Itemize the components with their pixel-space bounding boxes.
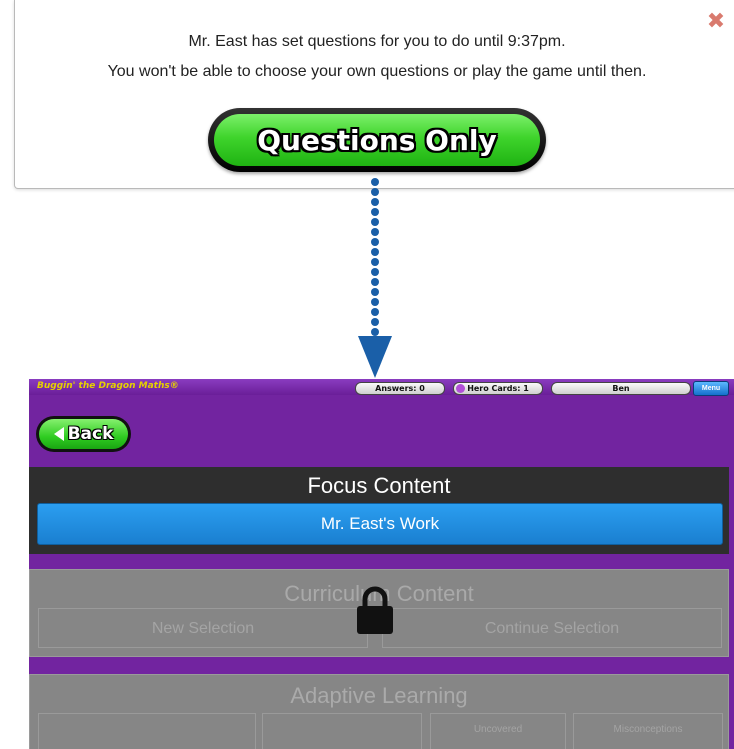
dialog-message-line-2: You won't be able to choose your own que… xyxy=(107,63,647,80)
user-name: Ben xyxy=(551,382,691,395)
dialog-message-line-1: Mr. East has set questions for you to do… xyxy=(188,33,566,50)
focus-content-title: Focus Content xyxy=(307,473,451,498)
adaptive-learning-panel: Adaptive Learning Uncovered Misconceptio… xyxy=(29,674,729,749)
continue-selection-button: Continue Selection xyxy=(382,608,722,648)
menu-button[interactable]: Menu xyxy=(693,381,729,396)
teacher-work-button[interactable]: Mr. East's Work xyxy=(37,503,723,545)
questions-only-label: Questions Only xyxy=(257,123,497,157)
adaptive-tile-4: Misconceptions xyxy=(573,713,723,749)
close-icon[interactable]: ✖ xyxy=(705,10,727,32)
game-screen: Buggin' the Dragon Maths® Answers: 0 Her… xyxy=(29,379,734,749)
answers-counter: Answers: 0 xyxy=(355,382,445,395)
adaptive-learning-title: Adaptive Learning xyxy=(290,683,468,708)
back-label: Back xyxy=(67,424,114,444)
back-button-face[interactable]: Back xyxy=(39,419,128,449)
questions-only-button[interactable]: Questions Only xyxy=(208,108,546,172)
back-arrow-icon xyxy=(53,427,64,441)
hero-cards-label: Hero Cards: 1 xyxy=(467,384,529,393)
questions-only-button-face[interactable]: Questions Only xyxy=(214,114,540,166)
new-selection-button: New Selection xyxy=(38,608,368,648)
hero-cards-counter[interactable]: Hero Cards: 1 xyxy=(453,382,543,395)
dotted-arrow-down-icon xyxy=(358,178,392,378)
focus-content-panel: Focus Content Mr. East's Work xyxy=(29,467,729,554)
adaptive-tile-2 xyxy=(262,713,422,749)
lock-icon xyxy=(357,586,393,634)
app-title: Buggin' the Dragon Maths® xyxy=(37,381,179,391)
questions-only-dialog: ✖ Mr. East has set questions for you to … xyxy=(14,0,734,189)
hero-card-icon xyxy=(456,384,465,393)
top-bar: Buggin' the Dragon Maths® Answers: 0 Her… xyxy=(29,379,734,396)
adaptive-tile-3: Uncovered xyxy=(430,713,566,749)
back-button[interactable]: Back xyxy=(36,416,131,452)
adaptive-tile-1 xyxy=(38,713,256,749)
